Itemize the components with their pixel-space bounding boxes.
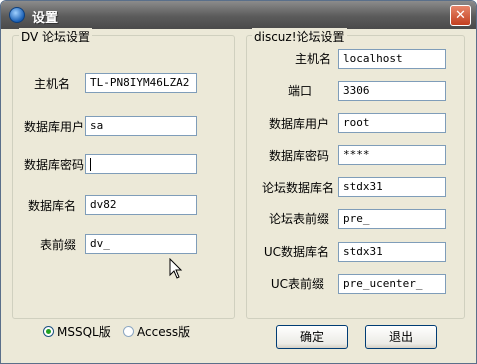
discuz-forum-db-name-label: 论坛数据库名: [261, 181, 334, 195]
ok-button[interactable]: 确定: [276, 325, 348, 349]
discuz-host-label: 主机名: [294, 52, 331, 66]
app-orb-icon: [9, 7, 25, 23]
close-button[interactable]: ✕: [450, 5, 471, 26]
discuz-db-user-label: 数据库用户: [268, 117, 329, 131]
uc-table-prefix-label: UC表前缀: [270, 277, 324, 291]
dv-db-user-input[interactable]: sa: [85, 116, 197, 136]
dv-db-name-label: 数据库名: [27, 199, 76, 213]
uc-db-name-input[interactable]: stdx31: [338, 242, 446, 262]
dv-db-user-label: 数据库用户: [23, 120, 84, 134]
discuz-db-password-label: 数据库密码: [268, 149, 329, 163]
dv-db-password-label: 数据库密码: [23, 158, 84, 172]
settings-window: 设置 ✕ DV 论坛设置 主机名 TL-PN8IYM46LZA2 数据库用户 s…: [0, 0, 477, 364]
dv-group-legend: DV 论坛设置: [19, 28, 93, 45]
radio-access[interactable]: Access版: [123, 323, 190, 340]
dv-db-name-input[interactable]: dv82: [85, 195, 197, 215]
close-icon: ✕: [455, 8, 466, 23]
discuz-forum-db-name-input[interactable]: stdx31: [338, 177, 446, 197]
dv-db-password-input[interactable]: [85, 154, 197, 174]
radio-unselected-indicator: [123, 326, 134, 337]
dv-table-prefix-input[interactable]: dv_: [85, 234, 197, 254]
discuz-forum-prefix-input[interactable]: pre_: [338, 209, 446, 229]
uc-table-prefix-input[interactable]: pre_ucenter_: [338, 274, 446, 294]
mouse-cursor-icon: [169, 258, 183, 279]
radio-mssql[interactable]: MSSQL版: [43, 323, 111, 340]
dv-table-prefix-label: 表前缀: [39, 238, 76, 252]
exit-button[interactable]: 退出: [365, 325, 437, 349]
dv-host-input[interactable]: TL-PN8IYM46LZA2: [85, 73, 197, 93]
dv-host-label: 主机名: [33, 77, 70, 91]
client-area: DV 论坛设置 主机名 TL-PN8IYM46LZA2 数据库用户 sa 数据库…: [4, 28, 473, 362]
discuz-host-input[interactable]: localhost: [338, 49, 446, 69]
radio-selected-indicator: [43, 326, 54, 337]
title-bar[interactable]: 设置 ✕: [1, 1, 476, 29]
radio-access-label: Access版: [137, 325, 191, 339]
discuz-forum-prefix-label: 论坛表前缀: [268, 212, 329, 226]
radio-mssql-label: MSSQL版: [57, 325, 111, 339]
uc-db-name-label: UC数据库名: [263, 245, 329, 259]
discuz-db-user-input[interactable]: root: [338, 113, 446, 133]
discuz-group-legend: discuz!论坛设置: [252, 28, 347, 45]
discuz-db-password-input[interactable]: ****: [338, 145, 446, 165]
discuz-port-label: 端口: [287, 84, 312, 98]
discuz-port-input[interactable]: 3306: [338, 81, 446, 101]
window-title: 设置: [32, 11, 59, 26]
text-caret: [90, 157, 91, 171]
